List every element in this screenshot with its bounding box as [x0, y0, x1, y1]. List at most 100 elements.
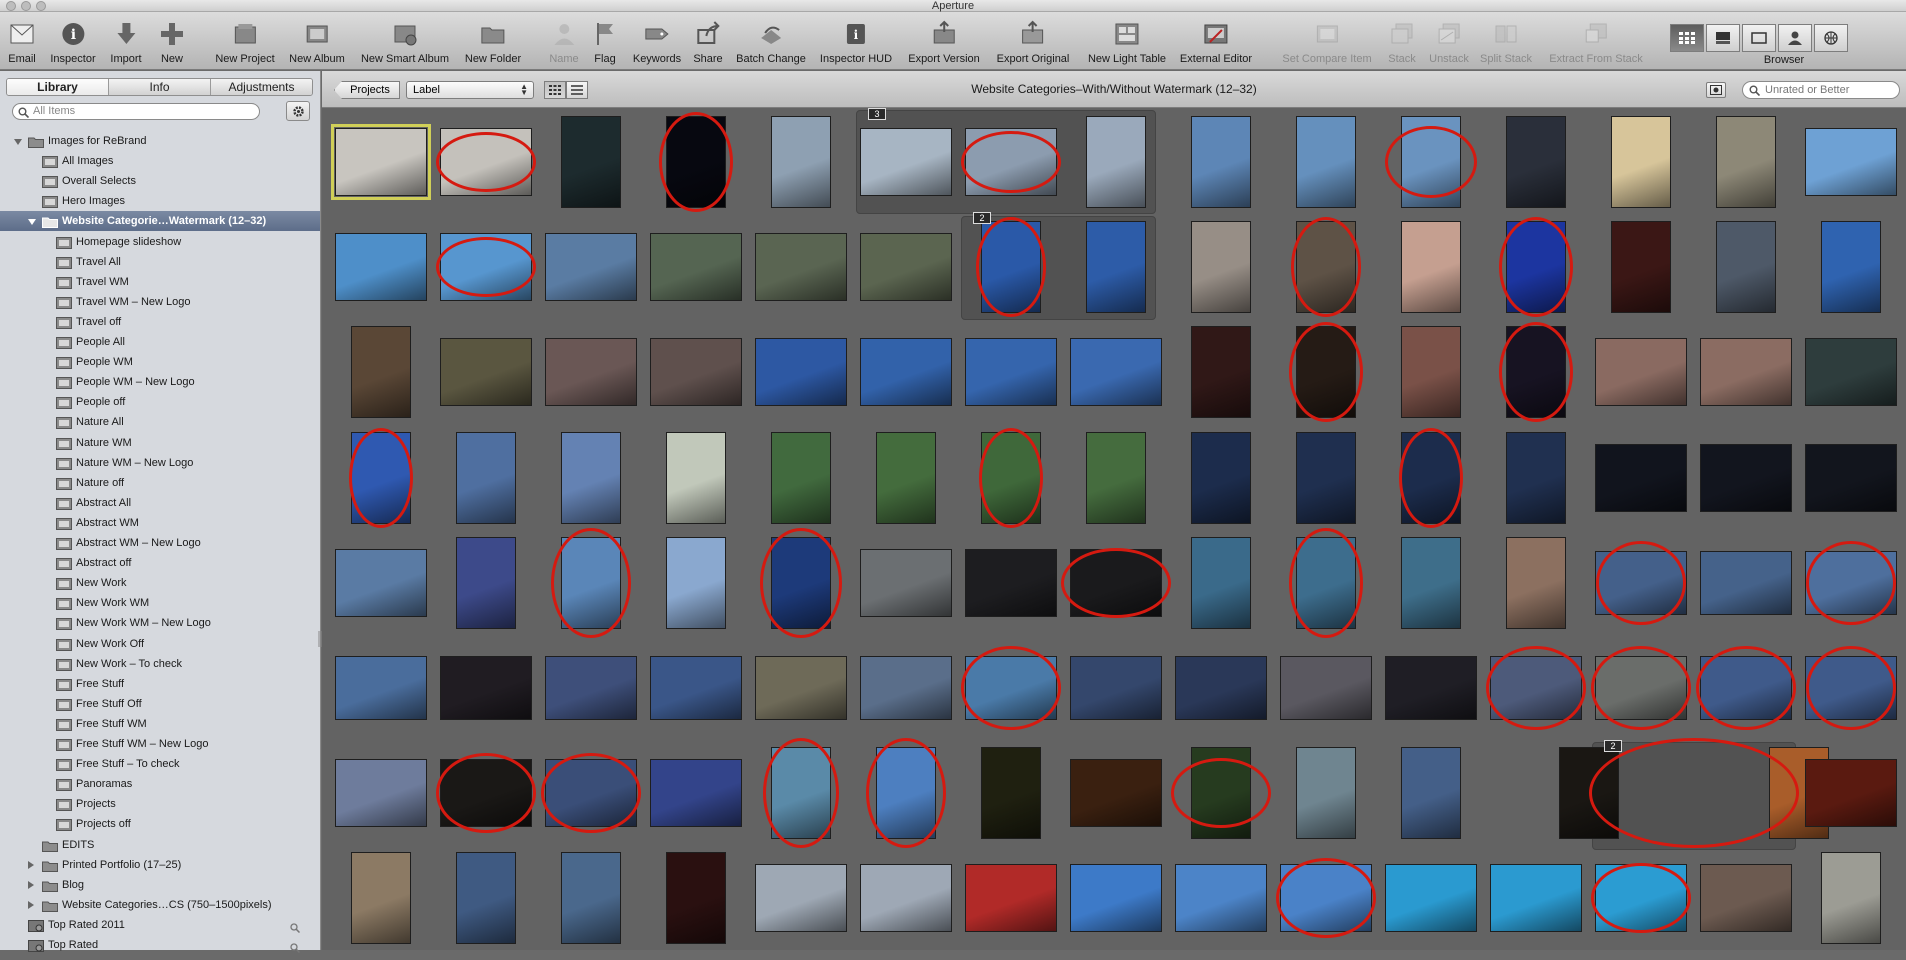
photo-thumbnail[interactable]	[335, 656, 427, 720]
extract-from-stack-toolbar-button[interactable]: Extract From Stack	[1549, 12, 1643, 70]
photo-thumbnail[interactable]	[1191, 221, 1251, 313]
photo-thumbnail[interactable]	[1805, 444, 1897, 512]
places-view-icon[interactable]	[1814, 24, 1848, 52]
photo-thumbnail[interactable]	[666, 432, 726, 524]
sidebar-item[interactable]: New Work Off	[0, 634, 320, 654]
export-version-toolbar-button[interactable]: Export Version	[908, 12, 980, 70]
photo-thumbnail[interactable]	[860, 656, 952, 720]
sidebar-item[interactable]: New Work WM – New Logo	[0, 613, 320, 633]
sidebar-item[interactable]: Free Stuff	[0, 674, 320, 694]
photo-thumbnail[interactable]	[755, 656, 847, 720]
photo-thumbnail[interactable]	[650, 656, 742, 720]
photo-thumbnail[interactable]	[1280, 656, 1372, 720]
filter-search-input[interactable]: Unrated or Better	[1742, 81, 1900, 99]
photo-thumbnail[interactable]	[545, 233, 637, 301]
photo-thumbnail[interactable]	[335, 759, 427, 827]
photo-thumbnail[interactable]	[1191, 326, 1251, 418]
photo-thumbnail[interactable]	[965, 338, 1057, 406]
photo-thumbnail[interactable]	[860, 549, 952, 617]
sidebar-item[interactable]: Free Stuff WM – New Logo	[0, 734, 320, 754]
tab-info[interactable]: Info	[109, 79, 211, 95]
stack-count-badge[interactable]: 2	[973, 212, 991, 224]
photo-thumbnail[interactable]	[965, 549, 1057, 617]
photo-thumbnail[interactable]	[1086, 432, 1146, 524]
photo-thumbnail[interactable]	[860, 233, 952, 301]
photo-thumbnail[interactable]	[1175, 656, 1267, 720]
photo-thumbnail[interactable]	[1716, 221, 1776, 313]
sidebar-item[interactable]: Travel off	[0, 312, 320, 332]
new-smart-album-toolbar-button[interactable]: New Smart Album	[361, 12, 449, 70]
sidebar-item[interactable]: Website Categories…CS (750–1500pixels)	[0, 895, 320, 915]
keywords-toolbar-button[interactable]: Keywords	[633, 12, 681, 70]
photo-thumbnail[interactable]	[755, 864, 847, 932]
loupe-button[interactable]	[1706, 82, 1726, 98]
new-toolbar-button[interactable]: New	[158, 12, 186, 70]
photo-thumbnail[interactable]	[1595, 444, 1687, 512]
split-stack-toolbar-button[interactable]: Split Stack	[1480, 12, 1532, 70]
sidebar-item[interactable]: Abstract WM – New Logo	[0, 533, 320, 553]
photo-thumbnail[interactable]	[1595, 338, 1687, 406]
sidebar-item[interactable]: Projects	[0, 794, 320, 814]
photo-thumbnail[interactable]	[965, 864, 1057, 932]
name-toolbar-button[interactable]: Name	[549, 12, 579, 70]
export-original-toolbar-button[interactable]: Export Original	[997, 12, 1069, 70]
photo-thumbnail[interactable]	[1070, 656, 1162, 720]
sidebar-item[interactable]: All Images	[0, 151, 320, 171]
sidebar-item[interactable]: New Work WM	[0, 593, 320, 613]
sidebar-item[interactable]: Overall Selects	[0, 171, 320, 191]
photo-thumbnail[interactable]	[1700, 338, 1792, 406]
photo-thumbnail[interactable]	[1506, 537, 1566, 629]
photo-thumbnail[interactable]	[351, 852, 411, 944]
viewer-view-icon[interactable]	[1742, 24, 1776, 52]
photo-thumbnail[interactable]	[1805, 128, 1897, 196]
photo-thumbnail[interactable]	[981, 747, 1041, 839]
photo-thumbnail[interactable]	[1401, 747, 1461, 839]
sidebar-item[interactable]: Travel WM	[0, 272, 320, 292]
stack-toolbar-button[interactable]: Stack	[1388, 12, 1416, 70]
photo-thumbnail[interactable]	[1296, 432, 1356, 524]
sidebar-item[interactable]: People off	[0, 392, 320, 412]
photo-thumbnail[interactable]	[1700, 864, 1792, 932]
grid-view-icon[interactable]	[1670, 24, 1704, 52]
stack-count-badge[interactable]: 3	[868, 108, 886, 120]
photo-thumbnail[interactable]	[1700, 444, 1792, 512]
sidebar-item[interactable]: Top Rated 2011	[0, 915, 320, 935]
photo-thumbnail[interactable]	[771, 116, 831, 208]
photo-thumbnail[interactable]	[860, 338, 952, 406]
photo-thumbnail[interactable]	[860, 864, 952, 932]
photo-thumbnail[interactable]	[666, 852, 726, 944]
sidebar-item[interactable]: Abstract All	[0, 493, 320, 513]
photo-thumbnail[interactable]	[335, 549, 427, 617]
sidebar-item[interactable]: Abstract off	[0, 553, 320, 573]
photo-thumbnail[interactable]	[1070, 759, 1162, 827]
sidebar-item[interactable]: Free Stuff Off	[0, 694, 320, 714]
sidebar-item[interactable]: New Work	[0, 573, 320, 593]
photo-thumbnail[interactable]	[1086, 116, 1146, 208]
photo-thumbnail[interactable]	[771, 432, 831, 524]
photo-thumbnail[interactable]	[1296, 747, 1356, 839]
photo-thumbnail[interactable]	[335, 233, 427, 301]
disclosure-closed-icon[interactable]	[28, 900, 34, 909]
photo-thumbnail[interactable]	[1070, 864, 1162, 932]
photo-thumbnail[interactable]	[456, 432, 516, 524]
photo-thumbnail[interactable]	[331, 124, 431, 200]
photo-thumbnail[interactable]	[351, 326, 411, 418]
sidebar-item[interactable]: Blog	[0, 875, 320, 895]
photo-thumbnail[interactable]	[1611, 116, 1671, 208]
sidebar-item[interactable]: Nature off	[0, 473, 320, 493]
sidebar-item[interactable]: Travel All	[0, 252, 320, 272]
photo-thumbnail[interactable]	[860, 128, 952, 196]
sidebar-item[interactable]: Website Categorie…Watermark (12–32)	[0, 211, 320, 232]
zoom-window-button[interactable]	[36, 1, 46, 11]
photo-thumbnail[interactable]	[545, 656, 637, 720]
new-project-toolbar-button[interactable]: New Project	[215, 12, 275, 70]
new-album-toolbar-button[interactable]: New Album	[289, 12, 345, 70]
photo-thumbnail[interactable]	[650, 759, 742, 827]
sidebar-item[interactable]: Hero Images	[0, 191, 320, 211]
sidebar-item[interactable]: Nature WM – New Logo	[0, 453, 320, 473]
sidebar-item[interactable]: Free Stuff – To check	[0, 754, 320, 774]
sidebar-item[interactable]: People WM – New Logo	[0, 372, 320, 392]
sidebar-item[interactable]: People All	[0, 332, 320, 352]
photo-thumbnail[interactable]	[1070, 338, 1162, 406]
photo-thumbnail[interactable]	[456, 852, 516, 944]
